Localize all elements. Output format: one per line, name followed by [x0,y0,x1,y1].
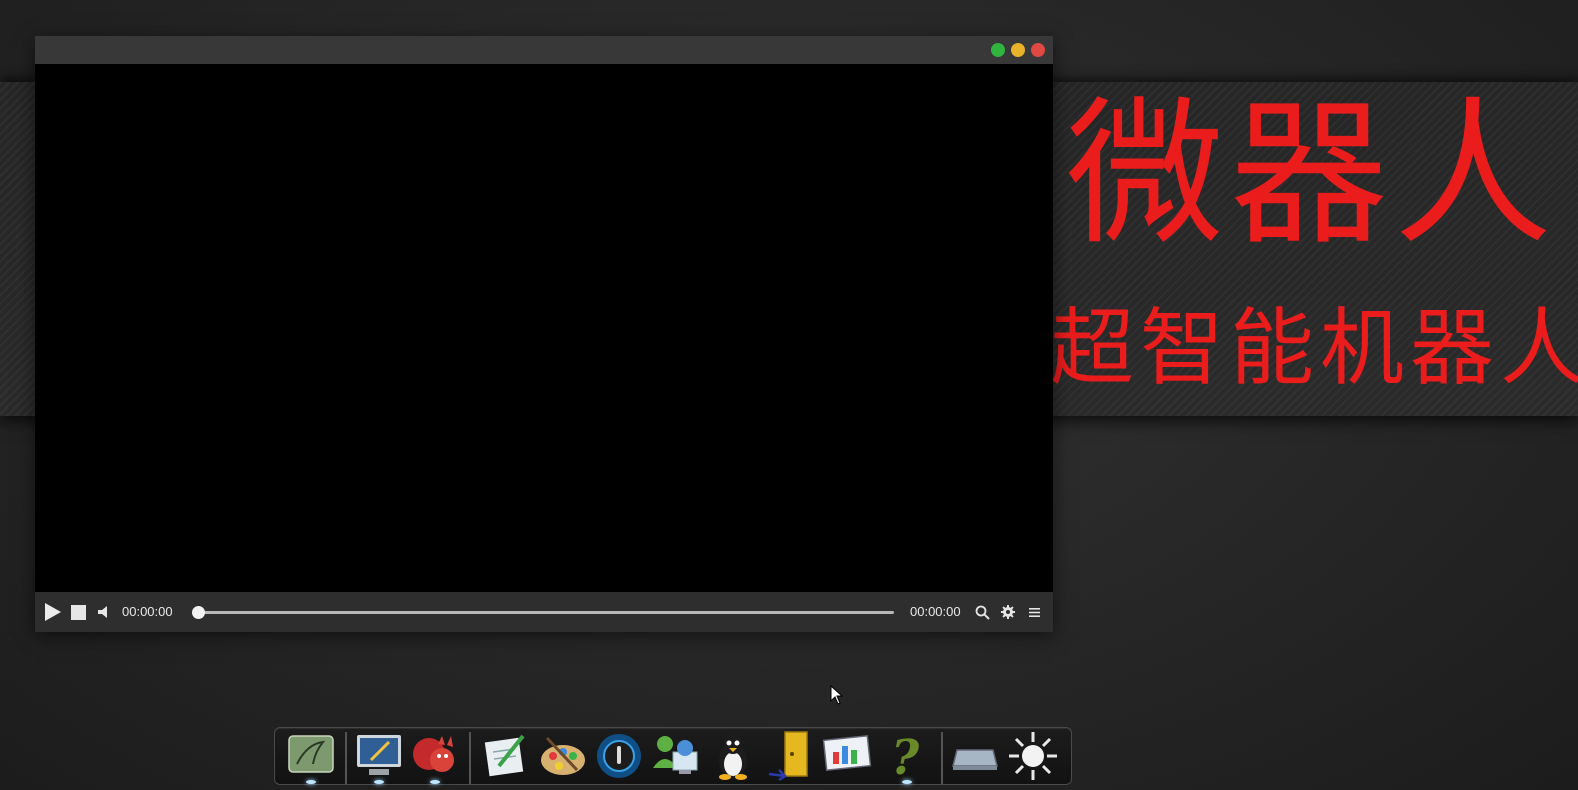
window-titlebar[interactable] [35,36,1053,64]
player-controls: 00:00:00 00:00:00 [35,592,1053,632]
user-network-icon[interactable] [649,730,701,782]
stop-icon[interactable] [69,592,87,632]
search-icon[interactable] [973,592,991,632]
maximize-button[interactable] [991,43,1005,57]
seek-bar[interactable] [198,611,894,614]
minimize-button[interactable] [1011,43,1025,57]
monitor-icon[interactable] [353,730,405,784]
video-player-window: 00:00:00 00:00:00 [35,36,1053,632]
brightness-icon[interactable] [1007,730,1059,782]
gear-icon[interactable] [999,592,1017,632]
menu-icon[interactable] [1025,592,1043,632]
squirrel-icon[interactable] [409,730,461,784]
total-time: 00:00:00 [910,604,961,619]
chart-presentation-icon[interactable] [821,730,873,782]
play-icon[interactable] [43,592,63,632]
seek-thumb[interactable] [192,606,205,619]
current-time: 00:00:00 [122,604,173,619]
finder-icon[interactable] [285,730,337,784]
dock: ? [274,727,1072,786]
drive-icon[interactable] [949,730,1001,782]
paint-palette-icon[interactable] [537,730,589,782]
penguin-icon[interactable] [707,730,759,782]
mouse-cursor-icon [830,685,844,705]
notepad-icon[interactable] [479,730,531,782]
music-player-icon[interactable] [593,730,645,782]
help-icon[interactable]: ? [881,730,933,786]
video-area[interactable] [35,64,1053,592]
close-button[interactable] [1031,43,1045,57]
exit-door-icon[interactable] [765,730,817,782]
svg-text:?: ? [891,730,920,782]
volume-icon[interactable] [96,592,110,632]
banner-title: 微器人 [1066,83,1558,267]
